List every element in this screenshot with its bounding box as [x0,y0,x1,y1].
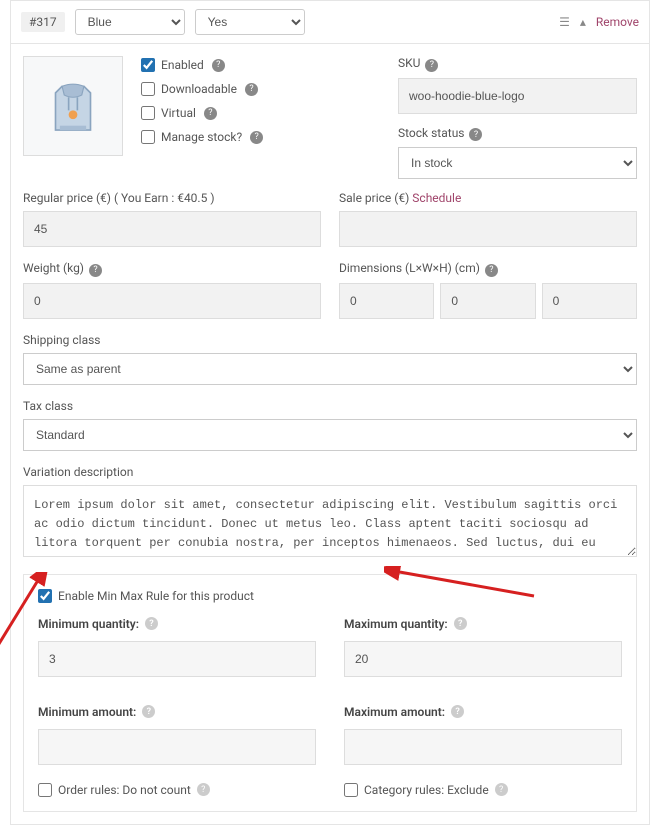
stock-status-label: Stock status ? [398,126,637,142]
max-qty-input[interactable] [344,641,622,677]
help-icon[interactable]: ? [245,83,258,96]
minmax-panel: Enable Min Max Rule for this product Min… [23,574,637,812]
help-icon[interactable]: ? [451,705,464,718]
help-icon[interactable]: ? [197,783,210,796]
help-icon[interactable]: ? [142,705,155,718]
max-amt-input[interactable] [344,729,622,765]
variation-description-label: Variation description [23,465,637,479]
order-rules-checkbox[interactable]: Order rules: Do not count ? [38,783,316,797]
annotation-arrow [0,572,52,652]
max-qty-label: Maximum quantity: ? [344,617,622,631]
schedule-link[interactable]: Schedule [412,191,461,205]
min-qty-input[interactable] [38,641,316,677]
sku-label: SKU ? [398,56,637,72]
help-icon[interactable]: ? [250,131,263,144]
help-icon[interactable]: ? [204,107,217,120]
help-icon[interactable]: ? [495,783,508,796]
dimension-length-input[interactable] [339,283,434,319]
sku-input[interactable] [398,78,637,114]
stock-status-select[interactable]: In stock [398,147,637,179]
order-rules-label: Order rules: Do not count [58,783,191,797]
sale-price-label: Sale price (€) Schedule [339,191,637,205]
min-amt-label: Minimum amount: ? [38,705,316,719]
weight-input[interactable] [23,283,321,319]
downloadable-label: Downloadable [161,82,237,96]
menu-icon[interactable]: ☰ [559,15,570,29]
virtual-checkbox[interactable]: Virtual ? [141,106,380,120]
virtual-label: Virtual [161,106,196,120]
collapse-icon[interactable]: ▴ [580,15,586,29]
help-icon[interactable]: ? [485,264,498,277]
shipping-class-select[interactable]: Same as parent [23,353,637,385]
manage-stock-checkbox[interactable]: Manage stock? ? [141,130,380,144]
dimension-width-input[interactable] [440,283,535,319]
dimensions-label: Dimensions (L×W×H) (cm) ? [339,261,637,277]
max-amt-label: Maximum amount: ? [344,705,622,719]
annotation-arrow [384,566,544,606]
tax-class-label: Tax class [23,399,637,413]
regular-price-input[interactable] [23,211,321,247]
regular-price-label: Regular price (€) ( You Earn : €40.5 ) [23,191,321,205]
variation-id: #317 [21,12,65,32]
min-amt-input[interactable] [38,729,316,765]
help-icon[interactable]: ? [212,59,225,72]
enable-minmax-label: Enable Min Max Rule for this product [58,589,254,603]
tax-class-select[interactable]: Standard [23,419,637,451]
help-icon[interactable]: ? [425,59,438,72]
enabled-label: Enabled [161,58,204,72]
variation-description-textarea[interactable] [23,485,637,557]
sale-price-input[interactable] [339,211,637,247]
variation-options: Enabled ? Downloadable ? Virtual ? Manag… [141,56,380,179]
enabled-checkbox[interactable]: Enabled ? [141,58,380,72]
dimension-height-input[interactable] [542,283,637,319]
help-icon[interactable]: ? [469,128,482,141]
min-qty-label: Minimum quantity: ? [38,617,316,631]
attribute-select-2[interactable]: Yes [195,9,305,35]
shipping-class-label: Shipping class [23,333,637,347]
category-rules-checkbox[interactable]: Category rules: Exclude ? [344,783,622,797]
variation-image[interactable] [23,56,123,156]
remove-link[interactable]: Remove [596,15,639,29]
downloadable-checkbox[interactable]: Downloadable ? [141,82,380,96]
manage-stock-label: Manage stock? [161,130,242,144]
attribute-select-1[interactable]: Blue [75,9,185,35]
help-icon[interactable]: ? [454,617,467,630]
help-icon[interactable]: ? [89,264,102,277]
help-icon[interactable]: ? [145,617,158,630]
variation-header: #317 Blue Yes ☰ ▴ Remove [11,1,649,44]
weight-label: Weight (kg) ? [23,261,321,277]
category-rules-label: Category rules: Exclude [364,783,489,797]
